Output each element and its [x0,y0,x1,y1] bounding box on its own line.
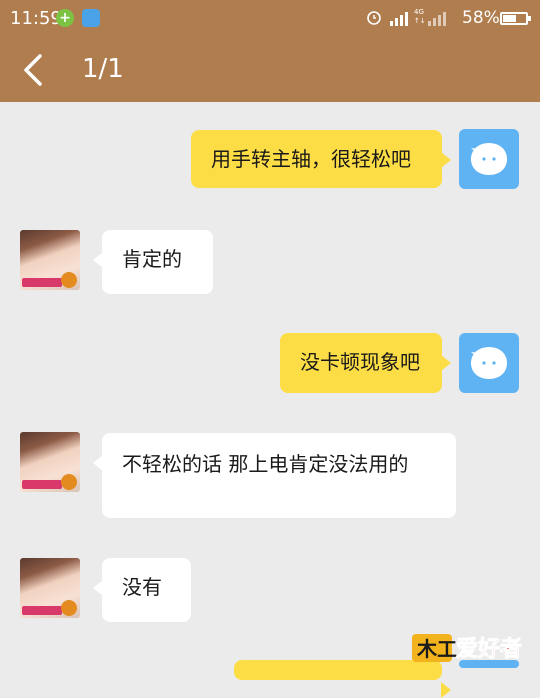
message-text: 肯定的 [122,247,182,271]
message-bubble-received[interactable]: 肯定的 [93,230,213,294]
status-bar: 11:59 + 4G ↑↓ 58% [0,0,540,40]
contact-avatar[interactable] [20,432,80,492]
watermark-logo: 木工 爱好者 [412,634,522,662]
contact-avatar[interactable] [20,558,80,618]
message-bubble-received[interactable]: 不轻松的话 那上电肯定没法用的 [93,433,456,518]
avatar-badge [22,606,62,615]
message-text: 没卡顿现象吧 [300,350,420,374]
message-bubble-sent[interactable]: 用手转主轴，很轻松吧 [191,130,451,188]
svg-text:木工: 木工 [416,637,457,661]
app-notification-icon: + [56,9,74,27]
message-bubble-sent[interactable]: 没卡顿现象吧 [280,333,451,393]
signal-icon [390,12,408,26]
alarm-icon [367,11,381,25]
message-text: 不轻松的话 那上电肯定没法用的 [122,452,409,476]
page-counter: 1/1 [82,54,124,84]
status-time: 11:59 [10,8,62,29]
network-type-label: 4G ↑↓ [414,8,426,25]
contact-avatar[interactable] [20,230,80,290]
title-bar: 1/1 [0,40,540,102]
message-bubble-received[interactable]: 没有 [93,558,191,622]
battery-percent: 58% [462,8,500,28]
my-avatar[interactable] [459,129,519,189]
avatar-mascot-icon [61,474,77,490]
avatar-badge [22,480,62,489]
battery-icon [500,12,531,25]
message-text: 没有 [122,575,162,599]
chat-area[interactable]: 用手转主轴，很轻松吧 肯定的 没卡顿现象吧 不轻松的话 那上电肯定没法用的 没有 [0,102,540,698]
back-arrow-icon[interactable] [14,50,54,90]
signal-secondary-icon [428,12,446,26]
watermark-text: 爱好者 [456,636,522,662]
penguin-icon [471,143,507,175]
weather-notification-icon [82,9,100,27]
avatar-mascot-icon [61,600,77,616]
message-text: 用手转主轴，很轻松吧 [211,147,411,171]
my-avatar[interactable] [459,333,519,393]
penguin-icon [471,347,507,379]
avatar-badge [22,278,62,287]
avatar-mascot-icon [61,272,77,288]
